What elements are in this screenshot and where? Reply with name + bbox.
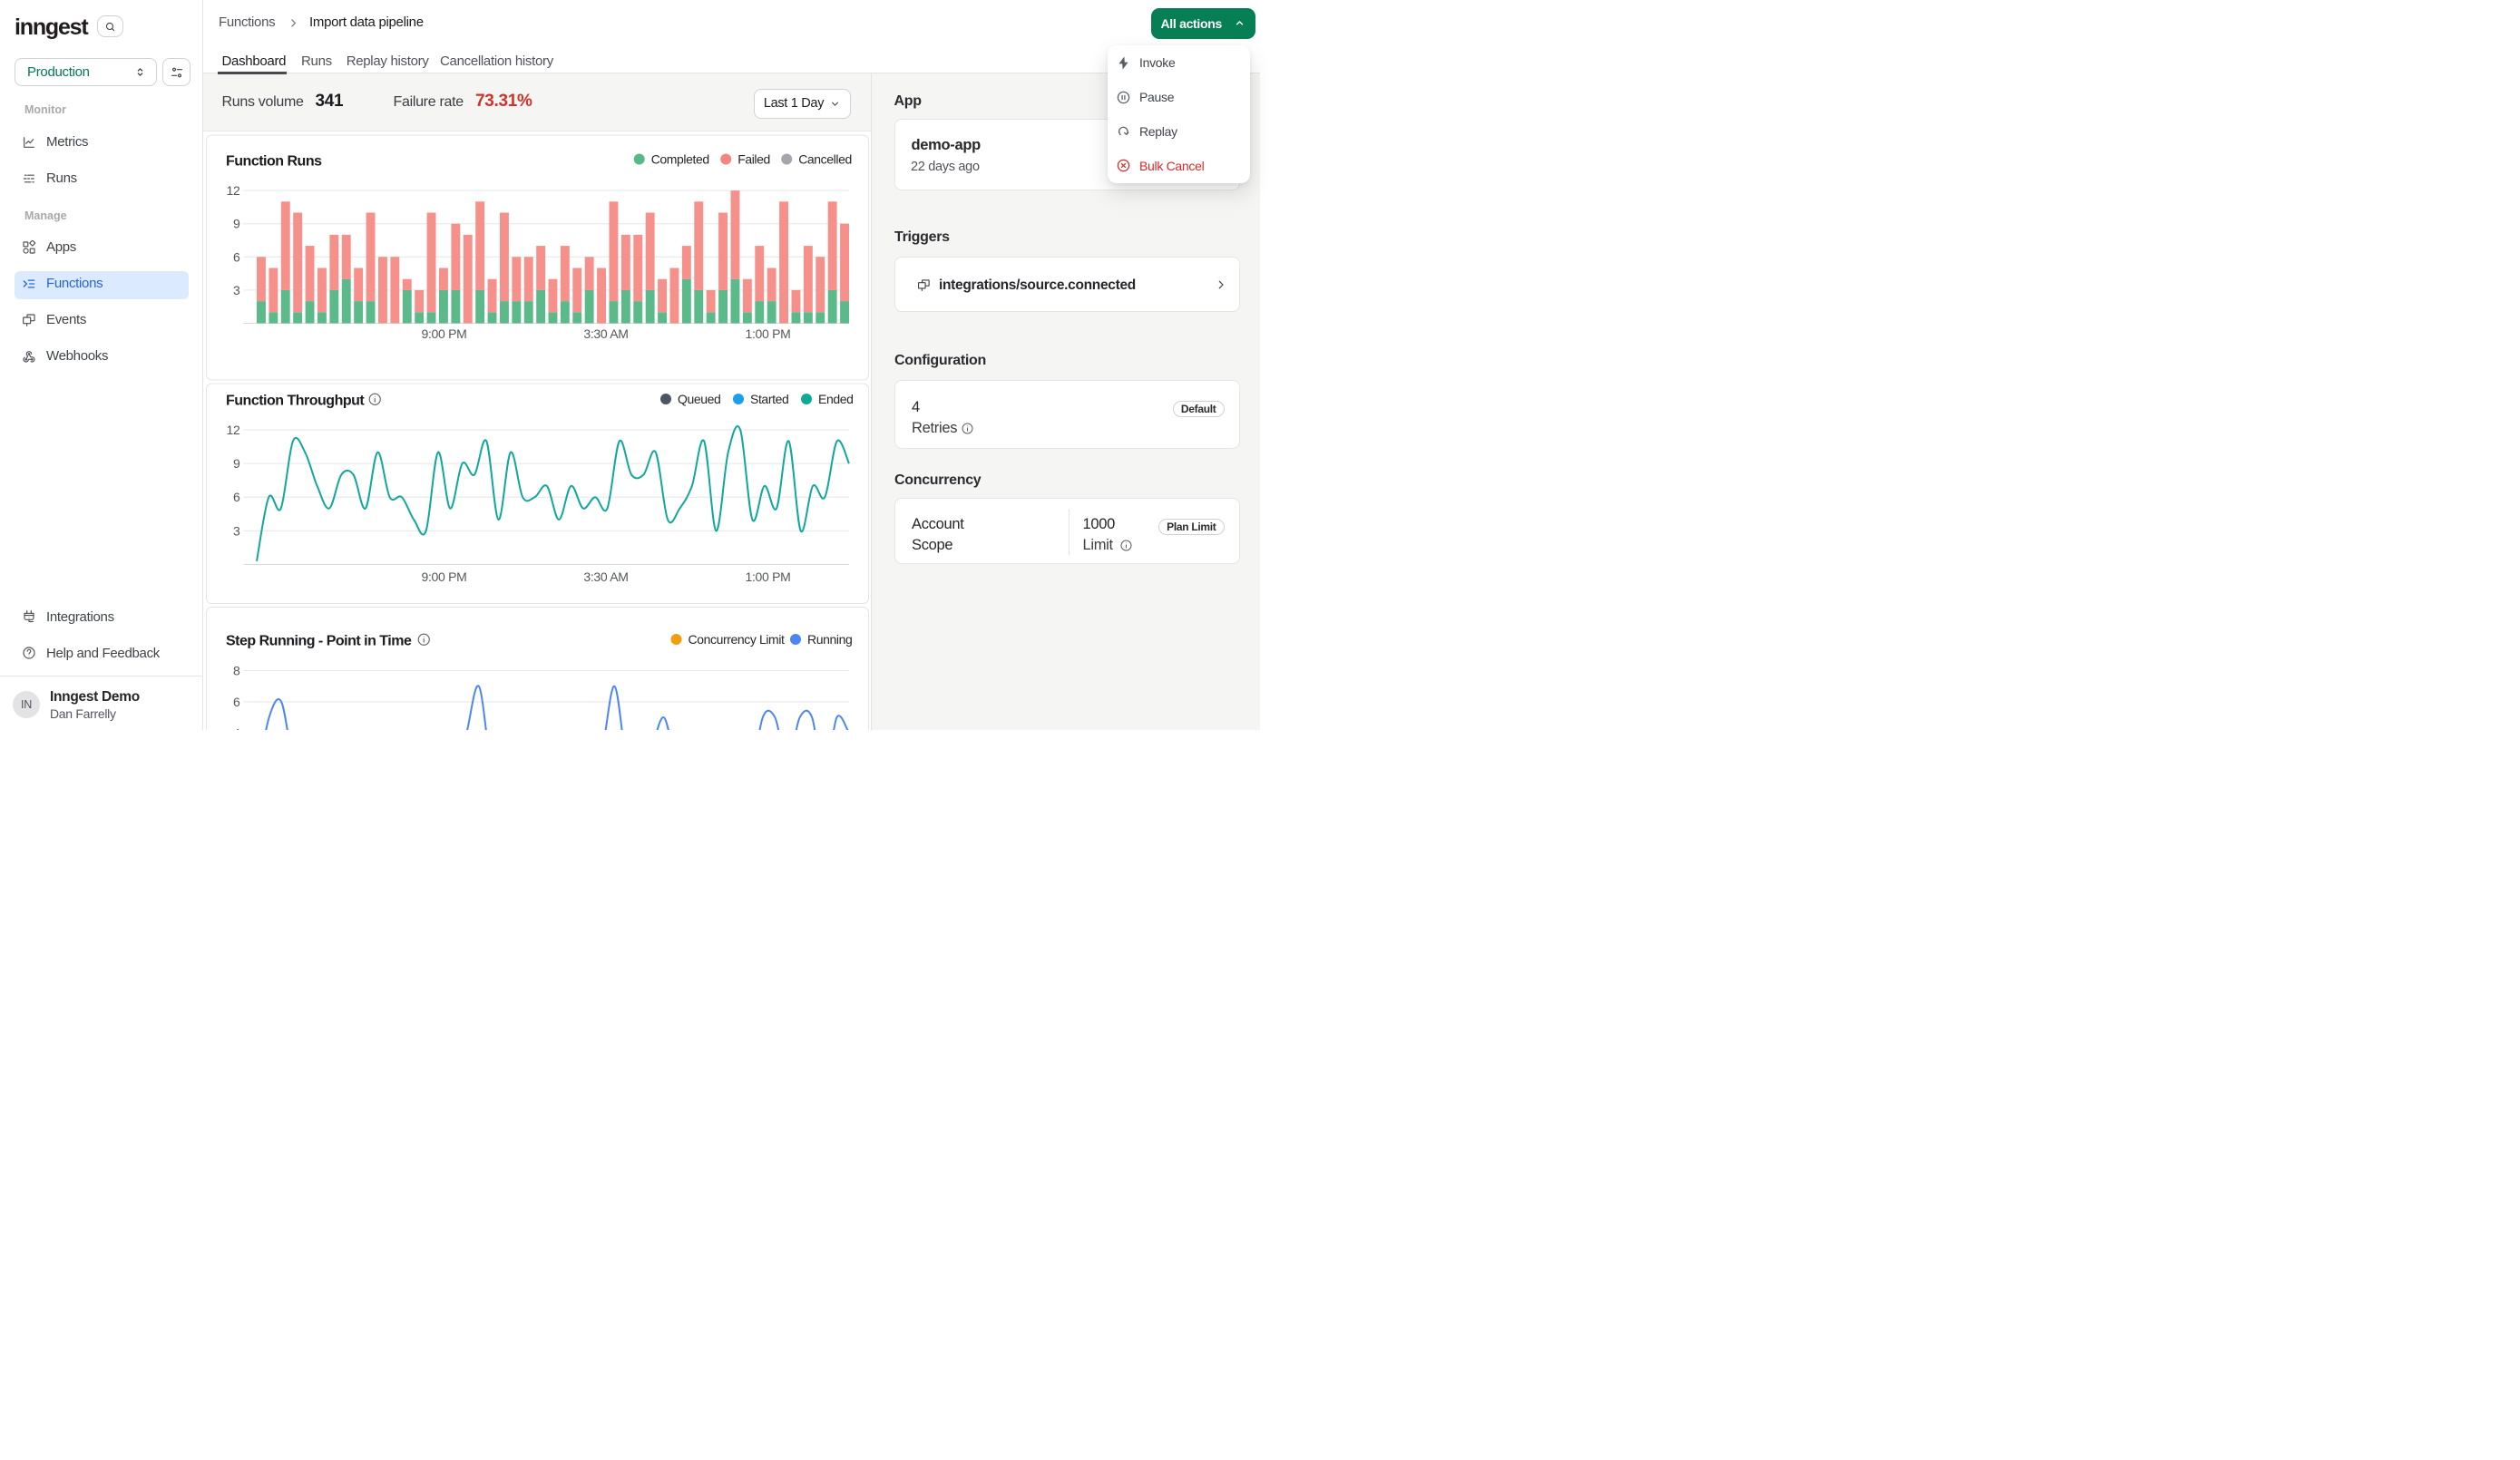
svg-text:6: 6	[233, 490, 240, 504]
svg-text:9: 9	[233, 217, 240, 231]
svg-text:3:30 AM: 3:30 AM	[583, 326, 628, 341]
svg-text:Step Running - Point in Time: Step Running - Point in Time	[226, 634, 412, 649]
svg-text:3: 3	[233, 283, 240, 297]
svg-text:9:00 PM: 9:00 PM	[421, 326, 466, 341]
svg-text:4: 4	[233, 726, 240, 731]
svg-text:12: 12	[227, 183, 240, 198]
svg-text:8: 8	[233, 664, 240, 678]
svg-text:9:00 PM: 9:00 PM	[421, 569, 466, 584]
svg-text:Ended: Ended	[818, 392, 853, 406]
svg-text:Completed: Completed	[651, 152, 709, 167]
svg-text:6: 6	[233, 695, 240, 709]
svg-text:Function Throughput: Function Throughput	[226, 394, 365, 409]
svg-text:9: 9	[233, 456, 240, 471]
svg-text:1:00 PM: 1:00 PM	[745, 326, 790, 341]
svg-text:Failed: Failed	[737, 152, 770, 167]
svg-text:3:30 AM: 3:30 AM	[583, 569, 628, 584]
svg-text:1:00 PM: 1:00 PM	[745, 569, 790, 584]
svg-text:6: 6	[233, 249, 240, 264]
svg-text:3: 3	[233, 523, 240, 538]
svg-text:Function Runs: Function Runs	[226, 154, 322, 170]
svg-text:Queued: Queued	[678, 392, 720, 406]
svg-text:Concurrency Limit: Concurrency Limit	[689, 632, 786, 647]
svg-text:Running: Running	[807, 632, 852, 647]
svg-text:12: 12	[227, 423, 240, 437]
svg-text:Cancelled: Cancelled	[798, 152, 852, 167]
svg-text:Started: Started	[750, 392, 788, 406]
